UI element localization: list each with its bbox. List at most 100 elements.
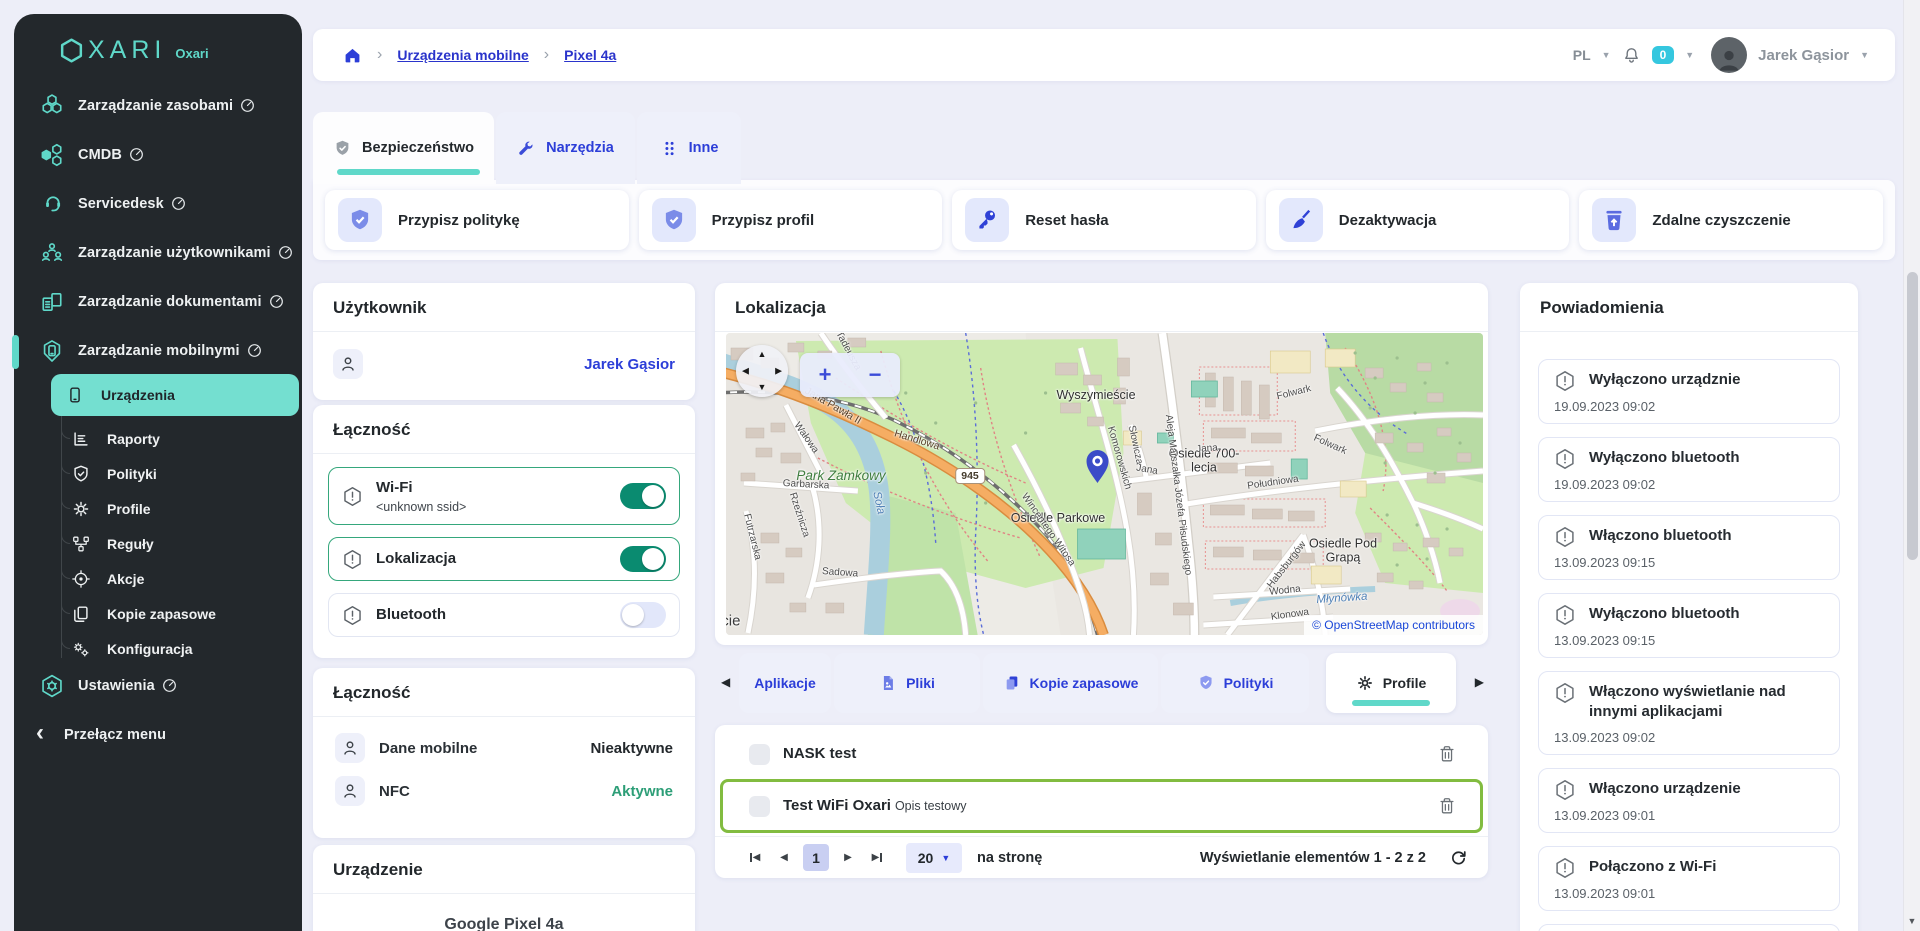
chevron-down-icon[interactable]: ▼ [1685,50,1694,60]
notifications-panel: Powiadomienia Wyłączono urządznie19.09.2… [1520,283,1858,931]
status-badge: Nieaktywne [590,740,673,757]
pan-left-icon[interactable]: ◀ [742,367,749,376]
tabs-scroll-left-icon[interactable]: ◀ [721,675,730,689]
tab-pliki[interactable]: Pliki [834,653,980,713]
tabs-scroll-right-icon[interactable]: ▶ [1475,675,1484,689]
profile-rows: NASK testTest WiFi OxariOpis testowy [715,733,1488,833]
delete-icon[interactable] [1437,796,1457,816]
menu-collapse-toggle[interactable]: ‹ Przełącz menu [14,710,302,759]
sidebar-subitem-profile[interactable]: Profile [14,491,302,526]
action-przypisz-polityke[interactable]: Przypisz politykę [325,190,629,250]
sidebar-subitem-reguly[interactable]: Reguły [14,526,302,561]
oxari-logo[interactable]: XARI Oxari [58,36,209,65]
shieldtab-icon [1197,674,1215,692]
table-row-nask-test[interactable]: NASK test [720,733,1483,775]
pan-up-icon[interactable]: ▲ [758,350,767,359]
row-checkbox[interactable] [749,796,770,817]
sidebar-subitem-raporty[interactable]: Raporty [14,421,302,456]
row-checkbox[interactable] [749,744,770,765]
prev-page-button[interactable]: ◀ [774,845,794,871]
page-size-select[interactable]: 20 ▼ [906,843,962,873]
panel-title: Użytkownik [313,283,695,331]
user-link[interactable]: Jarek Gąsior [584,356,675,373]
lokalizacja-switch[interactable] [620,546,666,572]
notification-item[interactable]: Włączono bluetooth13.09.2023 09:15 [1538,515,1840,580]
sidebar-item-servicedesk[interactable]: Servicedesk [14,179,302,228]
breadcrumb-link-device[interactable]: Pixel 4a [564,47,616,63]
notification-item[interactable]: Wyłączono urządznie19.09.2023 09:02 [1538,359,1840,424]
action-zdalne-czyszczenie[interactable]: Zdalne czyszczenie [1579,190,1883,250]
branch-connector [61,417,70,439]
action-reset-hasla[interactable]: Reset hasła [952,190,1256,250]
zoom-in-button[interactable]: + [819,362,832,388]
pagination: ◀ ◀ 1 ▶ ▶ 20 ▼ na stronę Wyświetlanie el… [715,836,1488,878]
gauge-icon [129,147,144,162]
notification-item[interactable]: Włączono wyświetlanie nad innymi aplikac… [1538,671,1840,755]
language-selector[interactable]: PL [1573,47,1591,63]
notification-item[interactable]: Połączono z Wi-Fi13.09.2023 09:01 [1538,846,1840,911]
sidebar-item-zarzadzanie-mobilnymi[interactable]: Zarządzanie mobilnymi [14,326,302,375]
next-page-button[interactable]: ▶ [838,845,858,871]
notification-count-badge[interactable]: 0 [1652,46,1675,64]
scrollbar-thumb[interactable] [1907,272,1918,560]
brand-subtitle: Oxari [175,46,208,61]
refresh-icon[interactable] [1449,848,1468,867]
gear-icon [71,499,91,519]
user-menu[interactable]: Jarek Gąsior [1758,47,1849,64]
sidebar-item-zarzadzanie-zasobami[interactable]: Zarządzanie zasobami [14,81,302,130]
tab-aplikacje[interactable]: Aplikacje [739,653,831,713]
broom-icon [1279,198,1323,242]
bluetooth-switch[interactable] [620,602,666,628]
cmdb-icon [40,143,64,167]
breadcrumb-link-devices[interactable]: Urządzenia mobilne [397,47,528,63]
last-page-button[interactable]: ▶ [867,845,887,871]
chevron-down-icon[interactable]: ▼ [1602,50,1611,60]
sidebar-item-ustawienia[interactable]: Ustawienia [14,661,302,710]
pan-right-icon[interactable]: ▶ [775,367,782,376]
scrollbar-down-icon[interactable]: ▼ [1908,916,1917,926]
tab-polityki[interactable]: Polityki [1161,653,1309,713]
gauge-icon [278,245,293,260]
avatar[interactable] [1711,37,1747,73]
branch-connector [61,522,70,544]
table-row-test-wifi-oxari[interactable]: Test WiFi OxariOpis testowy [720,779,1483,833]
panel-title: Urządzenie [313,845,695,893]
panel-title: Łączność [313,405,695,453]
window-scrollbar[interactable]: ▼ [1903,0,1920,931]
current-page[interactable]: 1 [803,844,829,871]
panel-title: Lokalizacja [715,283,1488,331]
notification-item[interactable]: Wyłączono bluetooth19.09.2023 09:02 [1538,437,1840,502]
sidebar-item-zarzadzanie-uzytkownikami[interactable]: Zarządzanie użytkownikami [14,228,302,277]
home-icon[interactable] [343,46,362,65]
pan-down-icon[interactable]: ▼ [758,383,767,392]
action-przypisz-profil[interactable]: Przypisz profil [639,190,943,250]
wi-fi-switch[interactable] [620,483,666,509]
sidebar-submenu: Urządzenia RaportyPolitykiProfileRegułyAk… [14,374,302,666]
tab-profile[interactable]: Profile [1326,653,1456,713]
chevron-down-icon[interactable]: ▼ [1860,50,1869,60]
oxari-mdm-app: XARI Oxari Zarządzanie zasobamiCMDBServi… [0,0,1920,931]
tab-kopie-zapasowe[interactable]: Kopie zapasowe [983,653,1158,713]
zoom-out-button[interactable]: − [869,362,882,388]
sidebar-item-cmdb[interactable]: CMDB [14,130,302,179]
notification-item[interactable]: Wyłączono bluetooth13.09.2023 09:15 [1538,593,1840,658]
hexwarn-icon [1554,604,1576,626]
tab-narzedzia[interactable]: Narzędzia [496,112,635,184]
map-pan-control[interactable]: ▲ ▼ ◀ ▶ [736,345,788,397]
sidebar-subitem-urzadzenia[interactable]: Urządzenia [51,374,299,416]
notification-item[interactable]: Włączono lokalizację13.09.2023 09:01 [1538,924,1840,931]
action-dezaktywacja[interactable]: Dezaktywacja [1266,190,1570,250]
pagination-summary: Wyświetlanie elementów 1 - 2 z 2 [1200,850,1426,866]
map-attribution[interactable]: © OpenStreetMap contributors [1304,615,1483,635]
first-page-button[interactable]: ◀ [745,845,765,871]
sidebar-subitem-kopie-zapasowe[interactable]: Kopie zapasowe [14,596,302,631]
map[interactable]: WyszymieściePark ZamkowyOsiedle ParkoweO… [726,333,1483,635]
tab-inne[interactable]: Inne [637,112,741,184]
notification-item[interactable]: Włączono urządzenie13.09.2023 09:01 [1538,768,1840,833]
sidebar-item-zarzadzanie-dokumentami[interactable]: Zarządzanie dokumentami [14,277,302,326]
delete-icon[interactable] [1437,744,1457,764]
sidebar-subitem-akcje[interactable]: Akcje [14,561,302,596]
bell-icon[interactable] [1622,46,1641,65]
sidebar-subitem-polityki[interactable]: Polityki [14,456,302,491]
tab-bezpieczenstwo[interactable]: Bezpieczeństwo [313,112,494,184]
